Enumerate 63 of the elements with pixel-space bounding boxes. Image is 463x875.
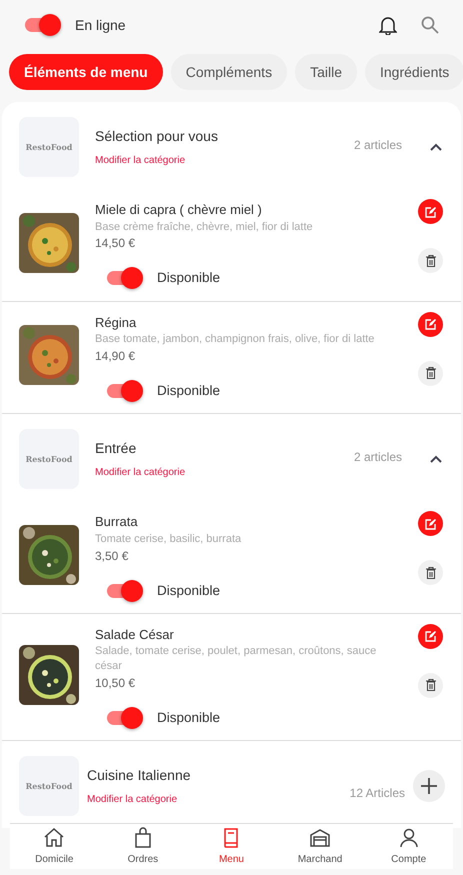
item-count: 12 Articles [350, 785, 405, 802]
trash-icon [426, 679, 436, 692]
category-tab[interactable]: Compléments [170, 54, 288, 90]
item-price: 3,50 € [95, 548, 130, 565]
item-description: Base crème fraîche, chèvre, miel, fior di latte [95, 220, 314, 234]
item-price: 10,50 € [95, 674, 136, 692]
item-name: Miele di capra ( chèvre miel ) [95, 201, 263, 219]
status-label: En ligne [75, 16, 126, 35]
item-description: Salade, tomate cerise, poulet, parmesan, croûtons, sauce césar [95, 644, 378, 674]
plus-icon [420, 777, 438, 796]
item-description: Tomate cerise, basilic, burrata [95, 532, 242, 547]
delete-button[interactable] [418, 560, 443, 586]
edit-category-link[interactable]: Modifier la catégorie [87, 792, 334, 808]
trash-icon [426, 254, 436, 266]
availability-label: Disponible [157, 382, 220, 400]
category-tab[interactable]: Taille [295, 54, 357, 90]
trash-icon [426, 566, 436, 579]
edit-button[interactable] [418, 312, 443, 337]
item-name: Régina [95, 314, 138, 332]
item-price: 14,90 € [95, 348, 136, 365]
availability-label: Disponible [157, 708, 220, 727]
item-price: 14,50 € [95, 235, 136, 252]
category-title: Sélection pour vous [95, 127, 219, 146]
availability-label: Disponible [157, 269, 220, 288]
item-description: Base tomate, jambon, champignon frais, olive, fior di latte [95, 332, 376, 347]
category-title: Entrée [95, 439, 138, 458]
edit-button[interactable] [418, 511, 443, 536]
trash-icon [426, 367, 436, 380]
edit-icon [424, 630, 436, 642]
edit-category-link[interactable]: Modifier la catégorie [95, 465, 338, 480]
logo: RestoFood [19, 117, 79, 177]
storefront-icon [309, 826, 332, 848]
category-tab[interactable]: Éléments de menu [9, 54, 163, 90]
edit-category-link[interactable]: Modifier la catégorie [95, 153, 338, 168]
add-button[interactable] [413, 770, 445, 802]
item-count: 2 articles [354, 137, 402, 154]
chevron-up-icon[interactable] [430, 455, 442, 464]
nav-tab[interactable]: Ordres [98, 826, 188, 866]
bell-icon[interactable] [379, 16, 397, 34]
search-icon[interactable] [421, 16, 439, 34]
nav-tab[interactable]: Compte [364, 826, 453, 866]
nav-tab[interactable]: Domicile [10, 826, 99, 866]
edit-icon [424, 206, 436, 218]
edit-icon [424, 318, 436, 330]
home-icon [43, 826, 66, 848]
edit-button[interactable] [418, 199, 443, 224]
user-icon [398, 826, 420, 848]
logo: RestoFood [19, 429, 79, 490]
item-count: 2 articles [354, 449, 402, 466]
delete-button[interactable] [418, 360, 443, 386]
logo: RestoFood [19, 756, 79, 816]
item-name: Salade César [95, 626, 175, 644]
item-name: Burrata [95, 513, 139, 532]
nav-tab[interactable]: Menu [187, 826, 276, 866]
availability-label: Disponible [157, 582, 220, 600]
edit-button[interactable] [418, 624, 443, 649]
delete-button[interactable] [418, 248, 443, 273]
delete-button[interactable] [418, 672, 443, 698]
category-tab[interactable]: Ingrédients [364, 54, 463, 90]
chevron-up-icon[interactable] [430, 143, 442, 151]
nav-tab[interactable]: Marchand [276, 826, 364, 866]
category-title: Cuisine Italienne [87, 766, 192, 786]
edit-icon [424, 518, 436, 530]
